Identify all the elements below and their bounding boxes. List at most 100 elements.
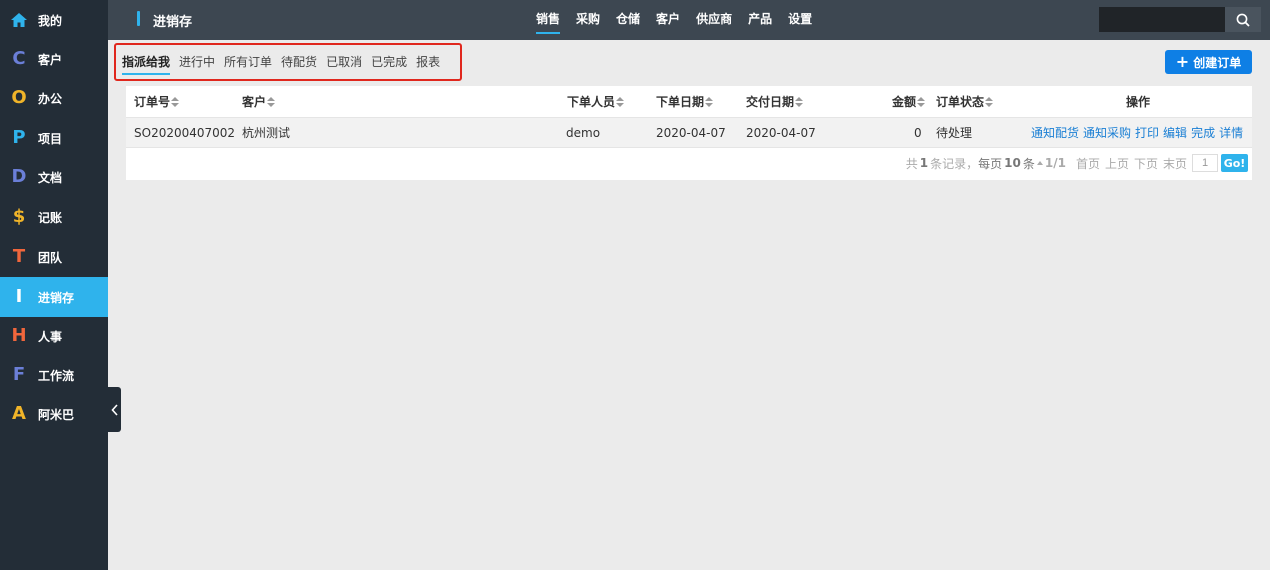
sidebar-item-label: 文档 xyxy=(38,170,63,185)
sort-icon xyxy=(267,96,276,107)
tab-assigned-to-me[interactable]: 指派给我 xyxy=(122,52,171,75)
search-button[interactable] xyxy=(1225,7,1261,32)
col-status[interactable]: 订单状态 xyxy=(936,86,994,117)
sort-icon xyxy=(795,96,804,107)
home-icon xyxy=(0,10,38,30)
letter-d-icon: D xyxy=(11,166,27,187)
tab-cancelled[interactable]: 已取消 xyxy=(326,52,362,72)
pager-per-page[interactable]: 10 xyxy=(1004,156,1021,170)
first-page-link[interactable]: 首页 xyxy=(1076,155,1100,172)
col-delivery-date[interactable]: 交付日期 xyxy=(746,86,804,117)
app-mark-icon xyxy=(137,11,140,26)
search-input[interactable] xyxy=(1099,7,1225,32)
sidebar-item-project[interactable]: P 项目 xyxy=(0,118,108,158)
nav-sales[interactable]: 销售 xyxy=(536,0,561,40)
nav-customer[interactable]: 客户 xyxy=(656,0,680,40)
notify-purchase-link[interactable]: 通知采购 xyxy=(1083,124,1131,141)
sidebar-item-office[interactable]: O 办公 xyxy=(0,78,108,118)
sidebar-item-amoeba[interactable]: A 阿米巴 xyxy=(0,394,108,434)
notify-allocation-link[interactable]: 通知配货 xyxy=(1031,124,1079,141)
sidebar-item-docs[interactable]: D 文档 xyxy=(0,157,108,197)
tab-pending-allocation[interactable]: 待配货 xyxy=(281,52,317,72)
complete-link[interactable]: 完成 xyxy=(1191,124,1215,141)
sidebar-item-mine[interactable]: 我的 xyxy=(0,0,108,40)
sidebar-item-label: 团队 xyxy=(38,250,63,265)
col-label: 下单日期 xyxy=(656,95,705,109)
tab-reports[interactable]: 报表 xyxy=(416,52,440,72)
go-button[interactable]: Go! xyxy=(1221,154,1248,172)
letter-h-icon: H xyxy=(11,325,27,346)
nav-supplier[interactable]: 供应商 xyxy=(696,0,732,40)
sidebar-item-hr[interactable]: H 人事 xyxy=(0,316,108,356)
sidebar-item-label: 项目 xyxy=(38,131,63,146)
print-link[interactable]: 打印 xyxy=(1135,124,1159,141)
col-order-no[interactable]: 订单号 xyxy=(134,86,180,117)
sidebar-item-label: 人事 xyxy=(38,329,63,344)
col-amount[interactable]: 金额 xyxy=(892,86,926,117)
last-page-link[interactable]: 末页 xyxy=(1163,155,1187,172)
nav-warehouse[interactable]: 仓储 xyxy=(616,0,640,40)
nav-product[interactable]: 产品 xyxy=(748,0,772,40)
col-label: 订单状态 xyxy=(936,95,985,109)
sidebar-item-label: 进销存 xyxy=(38,290,75,305)
top-nav: 销售 采购 仓储 客户 供应商 产品 设置 xyxy=(536,0,828,40)
sidebar-item-label: 我的 xyxy=(38,13,63,28)
col-label: 客户 xyxy=(242,95,267,109)
sidebar-item-label: 阿米巴 xyxy=(38,407,75,422)
plus-icon: + xyxy=(1175,52,1190,71)
col-customer[interactable]: 客户 xyxy=(242,86,276,117)
caret-up-icon[interactable] xyxy=(1036,161,1043,165)
sort-icon xyxy=(705,96,714,107)
sidebar-item-workflow[interactable]: F 工作流 xyxy=(0,355,108,395)
orders-table: 订单号 客户 下单人员 下单日期 交付日期 金额 订单状态 操作 SO20200… xyxy=(126,86,1252,180)
page-number-input[interactable] xyxy=(1192,154,1218,172)
cell-status: 待处理 xyxy=(936,126,973,140)
pager-page-info: 1/1 xyxy=(1044,156,1066,170)
nav-settings[interactable]: 设置 xyxy=(788,0,812,40)
top-header: 进销存 销售 采购 仓储 客户 供应商 产品 设置 xyxy=(108,0,1270,40)
tab-in-progress[interactable]: 进行中 xyxy=(179,52,215,72)
sort-icon xyxy=(917,96,926,107)
letter-f-icon: F xyxy=(12,364,26,385)
dollar-icon: $ xyxy=(12,206,26,227)
sidebar-item-label: 记账 xyxy=(38,210,63,225)
pagination: 共 1 条记录， 每页 10 条 1/1 首页 上页 下页 末页 Go! xyxy=(906,154,1248,172)
col-label: 下单人员 xyxy=(567,95,616,109)
prev-page-link[interactable]: 上页 xyxy=(1105,155,1129,172)
edit-link[interactable]: 编辑 xyxy=(1163,124,1187,141)
sidebar-collapse-button[interactable] xyxy=(108,387,121,432)
cell-order-date: 2020-04-07 xyxy=(656,125,726,140)
table-row[interactable]: SO20200407002 杭州测试 demo 2020-04-07 2020-… xyxy=(126,118,1252,148)
cell-order-no: SO20200407002 xyxy=(134,125,236,140)
create-order-button[interactable]: + 创建订单 xyxy=(1165,50,1252,74)
letter-a-icon: A xyxy=(12,403,26,424)
col-actions: 操作 xyxy=(1126,95,1151,109)
sidebar-item-label: 客户 xyxy=(38,52,63,67)
sidebar-item-accounting[interactable]: $ 记账 xyxy=(0,197,108,237)
sidebar: 我的 C 客户 O 办公 P 项目 D 文档 $ 记账 T 团队 I 进销存 H… xyxy=(0,0,108,570)
pager-prefix: 共 xyxy=(905,156,918,171)
create-order-label: 创建订单 xyxy=(1193,55,1242,70)
next-page-link[interactable]: 下页 xyxy=(1134,155,1158,172)
letter-i-icon: I xyxy=(15,286,23,307)
tab-all-orders[interactable]: 所有订单 xyxy=(224,52,272,72)
search-icon xyxy=(1236,13,1250,27)
sidebar-item-team[interactable]: T 团队 xyxy=(0,237,108,277)
letter-p-icon: P xyxy=(12,127,26,148)
nav-purchase[interactable]: 采购 xyxy=(576,0,600,40)
detail-link[interactable]: 详情 xyxy=(1219,124,1243,141)
col-creator[interactable]: 下单人员 xyxy=(567,86,625,117)
sidebar-item-inventory[interactable]: I 进销存 xyxy=(0,277,108,317)
sidebar-item-customer[interactable]: C 客户 xyxy=(0,39,108,79)
pager-per-page-suffix: 条 xyxy=(1022,156,1035,171)
col-order-date[interactable]: 下单日期 xyxy=(656,86,714,117)
tab-completed[interactable]: 已完成 xyxy=(371,52,407,72)
table-header: 订单号 客户 下单人员 下单日期 交付日期 金额 订单状态 操作 xyxy=(126,86,1252,118)
col-label: 金额 xyxy=(892,95,917,109)
col-label: 交付日期 xyxy=(746,95,795,109)
sidebar-item-label: 工作流 xyxy=(38,368,75,383)
cell-creator: demo xyxy=(566,125,601,140)
pager-per-page-prefix: 每页 xyxy=(978,156,1003,171)
sort-icon xyxy=(616,96,625,107)
cell-actions: 通知配货 通知采购 打印 编辑 完成 详情 xyxy=(1031,118,1247,147)
